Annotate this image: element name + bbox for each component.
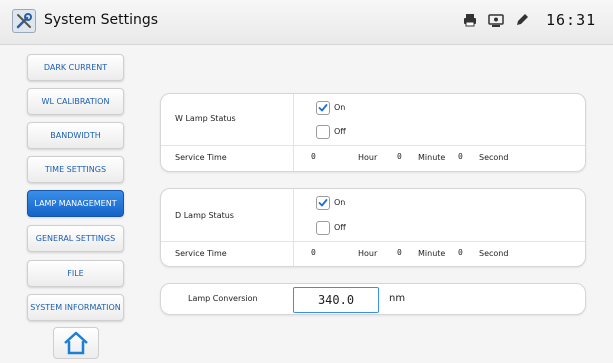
nav-file[interactable]: FILE	[27, 260, 124, 287]
w-lamp-on-checkbox[interactable]	[316, 101, 330, 115]
w-hours-value: 0	[311, 152, 316, 161]
d-lamp-panel: D Lamp Status On Off Service Time 0 Hour…	[160, 188, 586, 267]
d-minute-label: Minute	[418, 249, 446, 258]
nav-system-information[interactable]: SYSTEM INFORMATION	[27, 294, 124, 321]
w-lamp-on-label: On	[334, 103, 346, 112]
nav-wl-calibration[interactable]: WL CALIBRATION	[27, 88, 124, 115]
check-icon	[318, 104, 328, 112]
w-second-label: Second	[479, 153, 509, 162]
w-lamp-off-label: Off	[334, 127, 346, 136]
clock: 16:31	[546, 11, 597, 29]
w-lamp-status-label: W Lamp Status	[175, 114, 236, 123]
d-lamp-status-label: D Lamp Status	[175, 211, 234, 220]
d-second-label: Second	[479, 249, 509, 258]
nav-lamp-management[interactable]: LAMP MANAGEMENT	[27, 190, 124, 217]
monitor-icon	[488, 12, 504, 28]
lamp-conversion-panel: Lamp Conversion 340.0 nm	[160, 283, 586, 315]
d-service-time-label: Service Time	[175, 249, 227, 258]
d-lamp-off-checkbox[interactable]	[316, 221, 330, 235]
lamp-conversion-input[interactable]: 340.0	[293, 287, 379, 313]
w-hour-label: Hour	[358, 153, 378, 162]
d-hour-label: Hour	[358, 249, 378, 258]
w-lamp-panel: W Lamp Status On Off Service Time 0 Hour…	[160, 93, 586, 172]
d-lamp-on-label: On	[334, 198, 346, 207]
d-seconds-value: 0	[458, 248, 463, 257]
nav-dark-current[interactable]: DARK CURRENT	[27, 54, 124, 81]
nav-time-settings[interactable]: TIME SETTINGS	[27, 156, 124, 183]
d-lamp-on-checkbox[interactable]	[316, 196, 330, 210]
d-minutes-value: 0	[397, 248, 402, 257]
check-icon	[318, 199, 328, 207]
home-button[interactable]	[53, 327, 99, 359]
title-bar: System Settings 16:31	[0, 0, 613, 45]
d-lamp-off-label: Off	[334, 223, 346, 232]
w-service-time-label: Service Time	[175, 153, 227, 162]
w-minutes-value: 0	[397, 152, 402, 161]
printer-icon	[462, 12, 478, 28]
home-icon	[64, 331, 88, 355]
window-title: System Settings	[44, 12, 159, 28]
lamp-conversion-unit: nm	[389, 293, 406, 304]
lamp-conversion-label: Lamp Conversion	[188, 294, 258, 303]
pencil-icon	[514, 12, 530, 28]
nav-bandwidth[interactable]: BANDWIDTH	[27, 122, 124, 149]
w-minute-label: Minute	[418, 153, 446, 162]
tools-icon	[12, 9, 36, 33]
w-seconds-value: 0	[458, 152, 463, 161]
nav-general-settings[interactable]: GENERAL SETTINGS	[27, 225, 124, 252]
d-hours-value: 0	[311, 248, 316, 257]
w-lamp-off-checkbox[interactable]	[316, 125, 330, 139]
